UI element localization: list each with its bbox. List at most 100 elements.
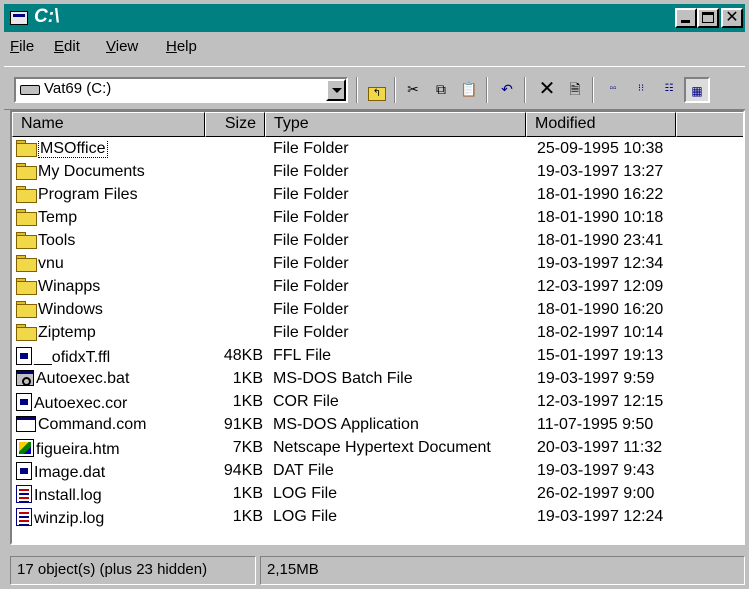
file-modified: 19-03-1997 9:59 [537,370,655,387]
file-name-cell[interactable]: Autoexec.bat [16,370,201,388]
file-name: vnu [38,255,64,272]
drive-select[interactable]: Vat69 (C:) [14,77,348,103]
file-name-cell[interactable]: __ofidxT.ffl [16,347,201,367]
file-modified: 19-03-1997 12:34 [537,255,664,272]
copy-button[interactable]: ⧉ [428,77,454,103]
file-name: Temp [38,209,78,226]
file-row[interactable]: Temp File Folder 18-01-1990 10:18 [12,208,743,231]
details-view-button[interactable]: ▦ [684,77,710,103]
file-modified: 20-03-1997 11:32 [537,439,663,456]
toolbar-separator [524,77,526,103]
file-name-cell[interactable]: My Documents [16,163,201,181]
file-name-cell[interactable]: Temp [16,209,201,227]
hard-drive-icon [20,85,40,95]
menu-edit[interactable]: Edit [54,38,80,55]
title-bar[interactable]: C:\ ✕ [4,4,745,32]
file-name-cell[interactable]: MSOffice [16,140,201,158]
file-row[interactable]: Winapps File Folder 12-03-1997 12:09 [12,277,743,300]
explorer-window: C:\ ✕ File Edit View Help Vat69 (C:) ↰ ✂… [0,0,749,589]
cut-button[interactable]: ✂ [400,77,426,103]
maximize-button[interactable] [697,8,719,28]
file-size: 94KB [223,462,263,479]
file-name-cell[interactable]: Ziptemp [16,324,201,342]
file-row[interactable]: winzip.log 1KB LOG File 19-03-1997 12:24 [12,507,743,530]
file-name-cell[interactable]: Command.com [16,416,201,434]
undo-icon: ↶ [501,81,513,97]
file-list[interactable]: Name Size Type Modified MSOffice File Fol… [10,110,745,545]
file-row[interactable]: Install.log 1KB LOG File 26-02-1997 9:00 [12,484,743,507]
bat-icon [16,370,34,386]
file-name: Tools [38,232,76,249]
file-type: File Folder [273,255,349,272]
file-row[interactable]: __ofidxT.ffl 48KB FFL File 15-01-1997 19:13 [12,346,743,369]
column-size[interactable]: Size [205,112,265,137]
window-icon[interactable] [10,11,28,25]
file-row[interactable]: Command.com 91KB MS-DOS Application 11-07-1… [12,415,743,438]
file-name: Image.dat [34,464,106,481]
window-title: C:\ [34,6,60,27]
file-modified: 18-01-1990 16:22 [537,186,664,203]
file-name-cell[interactable]: vnu [16,255,201,273]
folder-icon [16,255,37,272]
file-name-cell[interactable]: Image.dat [16,462,201,482]
up-folder-icon: ↰ [368,87,386,101]
file-name-cell[interactable]: Winapps [16,278,201,296]
file-row[interactable]: figueira.htm 7KB Netscape Hypertext Docume… [12,438,743,461]
status-total-size: 2,15MB [260,556,745,585]
file-name-cell[interactable]: Autoexec.cor [16,393,201,413]
file-type: LOG File [273,485,338,502]
file-name-cell[interactable]: Program Files [16,186,201,204]
file-type: File Folder [273,232,349,249]
file-icon [16,393,32,411]
up-folder-button[interactable]: ↰ [364,77,390,103]
column-modified[interactable]: Modified [526,112,676,137]
file-name-cell[interactable]: winzip.log [16,508,201,528]
file-name-cell[interactable]: Windows [16,301,201,319]
file-row[interactable]: Windows File Folder 18-01-1990 16:20 [12,300,743,323]
file-row[interactable]: Autoexec.bat 1KB MS-DOS Batch File 19-03-19… [12,369,743,392]
file-type: File Folder [273,186,349,203]
file-name: figueira.htm [36,441,120,458]
clipboard-icon: 📋 [460,81,478,97]
chevron-down-icon[interactable] [326,79,346,101]
list-view-button[interactable]: ☷ [656,77,682,103]
file-row[interactable]: Image.dat 94KB DAT File 19-03-1997 9:43 [12,461,743,484]
small-icons-button[interactable]: ⁝⁝ [628,77,654,103]
file-name: Autoexec.cor [34,395,128,412]
column-name[interactable]: Name [12,112,205,137]
delete-button[interactable]: ✕ [534,77,560,103]
folder-icon [16,163,37,180]
file-name-cell[interactable]: Install.log [16,485,201,505]
file-size: 91KB [223,416,263,433]
folder-icon [16,209,37,226]
file-row[interactable]: My Documents File Folder 19-03-1997 13:27 [12,162,743,185]
file-name: Program Files [38,186,138,203]
delete-x-icon: ✕ [538,78,556,100]
folder-icon [16,278,37,295]
menu-file[interactable]: File [10,38,34,55]
file-name-cell[interactable]: Tools [16,232,201,250]
file-row[interactable]: Ziptemp File Folder 18-02-1997 10:14 [12,323,743,346]
file-row[interactable]: Autoexec.cor 1KB COR File 12-03-1997 12:15 [12,392,743,415]
file-row[interactable]: vnu File Folder 19-03-1997 12:34 [12,254,743,277]
file-modified: 12-03-1997 12:09 [537,278,664,295]
properties-button[interactable]: 🗎 [562,77,588,103]
file-row[interactable]: Tools File Folder 18-01-1990 23:41 [12,231,743,254]
file-icon [16,462,32,480]
folder-icon [16,324,37,341]
file-modified: 12-03-1997 12:15 [537,393,664,410]
maximize-icon [702,12,714,23]
list-view-icon: ☷ [664,83,674,94]
minimize-button[interactable] [675,8,697,28]
file-row[interactable]: Program Files File Folder 18-01-1990 16:22 [12,185,743,208]
paste-button[interactable]: 📋 [456,77,482,103]
menu-help[interactable]: Help [166,38,197,55]
large-icons-button[interactable]: ▫▫ [600,77,626,103]
column-type[interactable]: Type [265,112,526,137]
file-name-cell[interactable]: figueira.htm [16,439,201,459]
file-row[interactable]: MSOffice File Folder 25-09-1995 10:38 [12,139,743,162]
menu-view[interactable]: View [106,38,138,55]
close-button[interactable]: ✕ [721,8,743,28]
undo-button[interactable]: ↶ [494,77,520,103]
file-modified: 18-02-1997 10:14 [537,324,664,341]
